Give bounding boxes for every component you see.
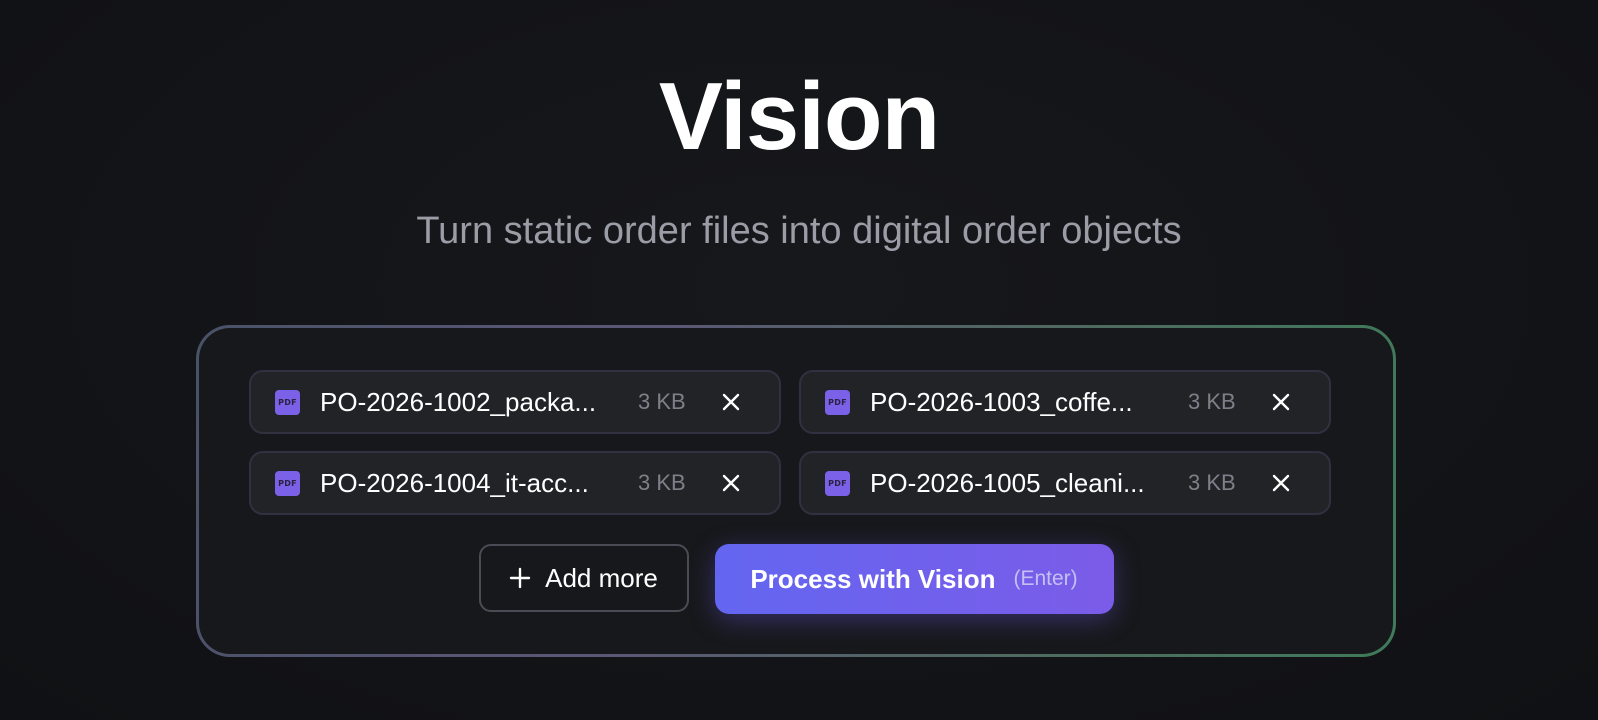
file-chip: PDF PO-2026-1002_packa... 3 KB [249,370,781,434]
file-size: 3 KB [638,389,686,414]
action-bar: Add more Process with Vision (Enter) [199,544,1393,614]
close-icon [1272,474,1290,492]
file-chip: PDF PO-2026-1004_it-acc... 3 KB [249,451,781,515]
file-name: PO-2026-1002_packa... [320,386,597,417]
file-size: 3 KB [1188,470,1236,495]
keyboard-shortcut-hint: (Enter) [1013,567,1078,590]
file-name: PO-2026-1003_coffe... [870,386,1133,417]
remove-file-button[interactable] [718,470,744,496]
file-name: PO-2026-1004_it-acc... [320,467,589,498]
remove-file-button[interactable] [1268,389,1294,415]
file-chip: PDF PO-2026-1003_coffe... 3 KB [799,370,1331,434]
process-label: Process with Vision [750,563,996,594]
close-icon [722,393,740,411]
pdf-file-icon: PDF [275,470,300,496]
remove-file-button[interactable] [718,389,744,415]
close-icon [722,474,740,492]
add-more-button[interactable]: Add more [478,544,689,612]
file-name: PO-2026-1005_cleani... [870,467,1145,498]
pdf-file-icon: PDF [275,389,300,415]
pdf-file-icon: PDF [825,389,850,415]
file-chip: PDF PO-2026-1005_cleani... 3 KB [799,451,1331,515]
remove-file-button[interactable] [1268,470,1294,496]
page-subtitle: Turn static order files into digital ord… [416,210,1182,252]
add-more-label: Add more [545,562,658,593]
file-chip-list: PDF PO-2026-1002_packa... 3 KB PDF PO-20… [249,370,1331,515]
file-size: 3 KB [638,470,686,495]
file-size: 3 KB [1188,389,1236,414]
page-title: Vision [658,63,940,170]
process-with-vision-button[interactable]: Process with Vision (Enter) [714,544,1114,614]
pdf-file-icon: PDF [825,470,850,496]
close-icon [1272,393,1290,411]
plus-icon [509,567,531,589]
page: Vision Turn static order files into digi… [0,0,1598,720]
upload-panel: PDF PO-2026-1002_packa... 3 KB PDF PO-20… [196,325,1396,657]
upload-panel-body: PDF PO-2026-1002_packa... 3 KB PDF PO-20… [199,328,1393,654]
